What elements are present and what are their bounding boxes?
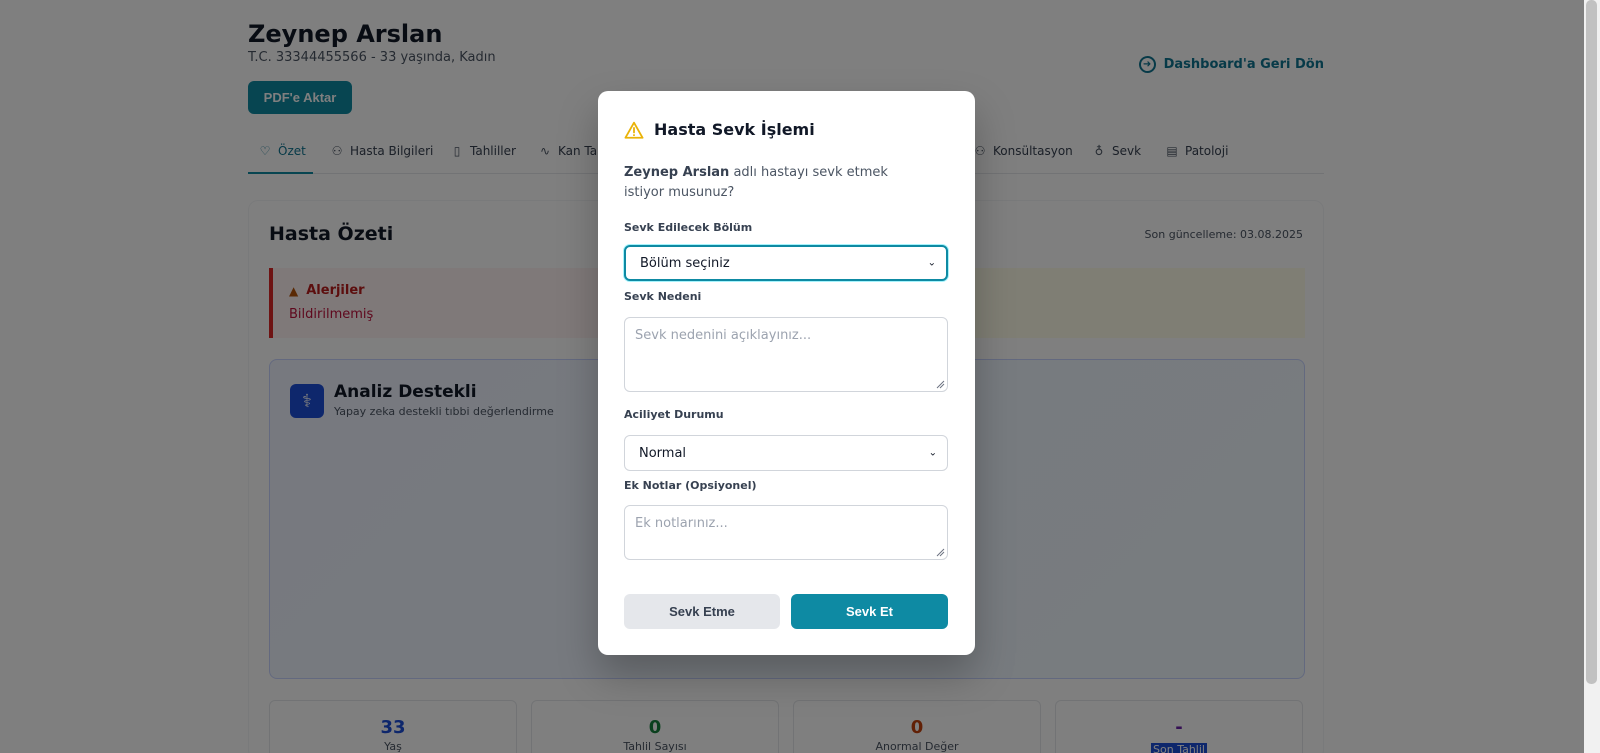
- urgency-select-value: Normal: [639, 445, 687, 461]
- cancel-referral-button[interactable]: Sevk Etme: [624, 594, 780, 629]
- warning-icon: [624, 121, 644, 139]
- modal-title: Hasta Sevk İşlemi: [654, 120, 815, 139]
- question-patient-name: Zeynep Arslan: [624, 165, 730, 180]
- urgency-label: Aciliyet Durumu: [624, 408, 724, 421]
- reason-textarea[interactable]: Sevk nedenini açıklayınız...: [624, 317, 948, 392]
- notes-placeholder: Ek notlarınız...: [635, 516, 728, 531]
- notes-label: Ek Notlar (Opsiyonel): [624, 479, 757, 492]
- urgency-select[interactable]: Normal ⌄: [624, 435, 948, 471]
- scrollbar-thumb[interactable]: [1586, 0, 1597, 684]
- modal-header: Hasta Sevk İşlemi: [624, 120, 815, 139]
- submit-referral-button[interactable]: Sevk Et: [791, 594, 948, 629]
- modal-question: Zeynep Arslan adlı hastayı sevk etmek is…: [624, 163, 924, 203]
- department-label: Sevk Edilecek Bölüm: [624, 221, 753, 234]
- reason-label: Sevk Nedeni: [624, 290, 702, 303]
- resize-handle-icon[interactable]: [936, 548, 945, 557]
- referral-modal: Hasta Sevk İşlemi Zeynep Arslan adlı has…: [598, 91, 975, 655]
- chevron-down-icon: ⌄: [927, 257, 936, 269]
- notes-textarea[interactable]: Ek notlarınız...: [624, 505, 948, 560]
- department-select[interactable]: Bölüm seçiniz ⌄: [624, 245, 948, 281]
- department-select-value: Bölüm seçiniz: [640, 255, 730, 271]
- resize-handle-icon[interactable]: [936, 380, 945, 389]
- reason-placeholder: Sevk nedenini açıklayınız...: [635, 328, 812, 343]
- chevron-down-icon: ⌄: [928, 447, 937, 459]
- page-scrollbar[interactable]: [1584, 0, 1600, 753]
